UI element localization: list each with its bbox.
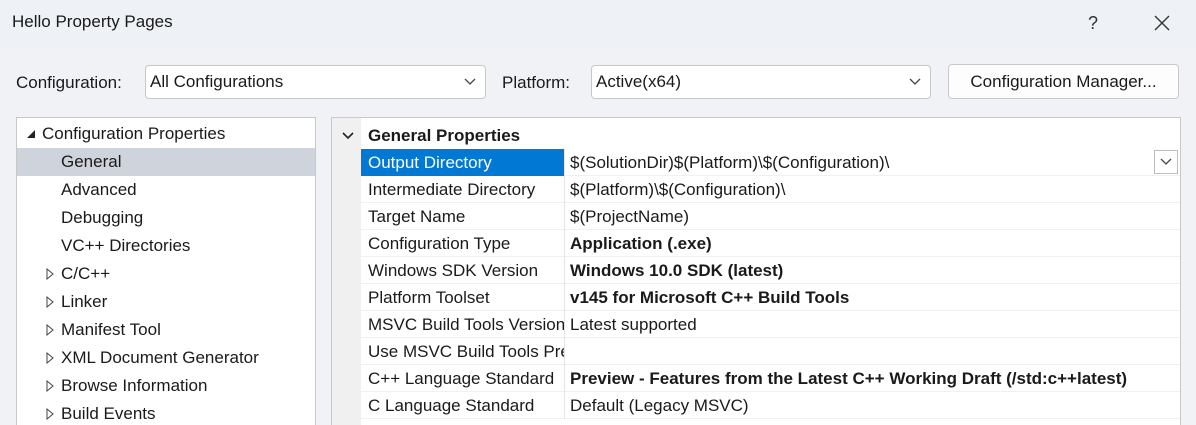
collapsed-triangle-icon (46, 268, 54, 280)
property-value[interactable]: Default (Legacy MSVC) (565, 392, 1180, 419)
property-value[interactable]: Preview - Features from the Latest C++ W… (565, 365, 1180, 392)
chevron-down-icon (464, 78, 476, 85)
property-row-output-directory[interactable]: Output Directory $(SolutionDir)$(Platfor… (361, 149, 1180, 176)
property-row-intermediate-directory[interactable]: Intermediate Directory $(Platform)\$(Con… (361, 176, 1180, 203)
property-row-windows-sdk-version[interactable]: Windows SDK Version Windows 10.0 SDK (la… (361, 257, 1180, 284)
tree-item-label: VC++ Directories (61, 236, 191, 255)
window-title: Hello Property Pages (12, 12, 173, 31)
tree-item-advanced[interactable]: Advanced (17, 176, 315, 204)
property-tree[interactable]: Configuration Properties General Advance… (16, 117, 316, 425)
tree-item-label: General (61, 152, 122, 171)
tree-item-label: Manifest Tool (61, 320, 161, 339)
property-value[interactable]: $(SolutionDir)$(Platform)\$(Configuratio… (565, 149, 1180, 176)
tree-item-linker[interactable]: Linker (17, 288, 315, 316)
property-name: Output Directory (361, 149, 565, 176)
configuration-label: Configuration: (16, 73, 122, 92)
help-button[interactable]: ? (1078, 6, 1108, 40)
help-icon: ? (1087, 12, 1098, 33)
property-value[interactable]: v145 for Microsoft C++ Build Tools (565, 284, 1180, 311)
property-value[interactable]: Application (.exe) (565, 230, 1180, 257)
property-name: Use MSVC Build Tools Preview (361, 338, 565, 365)
value-dropdown-button[interactable] (1154, 150, 1178, 174)
chevron-down-icon (909, 78, 921, 85)
tree-item-build-events[interactable]: Build Events (17, 400, 315, 425)
property-row-target-name[interactable]: Target Name $(ProjectName) (361, 203, 1180, 230)
configuration-manager-label: Configuration Manager... (970, 71, 1157, 91)
tree-item-label: Debugging (61, 208, 144, 227)
tree-item-configuration-properties[interactable]: Configuration Properties (17, 120, 315, 148)
tree-item-label: Build Events (61, 404, 156, 423)
property-name: C Language Standard (361, 392, 565, 419)
property-name: Windows SDK Version (361, 257, 565, 284)
collapsed-triangle-icon (46, 352, 54, 364)
category-label: General Properties (368, 126, 521, 145)
property-name: Platform Toolset (361, 284, 565, 311)
property-name: Intermediate Directory (361, 176, 565, 203)
title-bar: Hello Property Pages ? (0, 0, 1196, 46)
collapsed-triangle-icon (46, 296, 54, 308)
tree-item-label: C/C++ (61, 264, 111, 283)
property-row-platform-toolset[interactable]: Platform Toolset v145 for Microsoft C++ … (361, 284, 1180, 311)
property-row-c-language-standard[interactable]: C Language Standard Default (Legacy MSVC… (361, 392, 1180, 419)
property-value[interactable]: Latest supported (565, 311, 1180, 338)
property-value[interactable]: $(ProjectName) (565, 203, 1180, 230)
property-value[interactable] (565, 338, 1180, 365)
property-row-msvc-build-tools-version[interactable]: MSVC Build Tools Version Latest supporte… (361, 311, 1180, 338)
tree-item-label: Advanced (61, 180, 137, 199)
collapsed-triangle-icon (46, 380, 54, 392)
property-name: Target Name (361, 203, 565, 230)
tree-item-c-cpp[interactable]: C/C++ (17, 260, 315, 288)
expanded-triangle-icon (27, 130, 35, 138)
tree-item-label: Linker (61, 292, 108, 311)
property-name: C++ Language Standard (361, 365, 565, 392)
property-value[interactable]: Windows 10.0 SDK (latest) (565, 257, 1180, 284)
property-row-cpp-language-standard[interactable]: C++ Language Standard Preview - Features… (361, 365, 1180, 392)
collapsed-triangle-icon (46, 408, 54, 420)
configuration-value: All Configurations (150, 72, 284, 91)
category-row[interactable]: General Properties (332, 122, 1180, 150)
tree-item-label: XML Document Generator (61, 348, 259, 367)
grid-gutter (332, 118, 361, 425)
tree-item-manifest-tool[interactable]: Manifest Tool (17, 316, 315, 344)
close-button[interactable] (1144, 6, 1180, 40)
collapsed-triangle-icon (46, 324, 54, 336)
close-icon (1154, 15, 1170, 31)
property-name: Configuration Type (361, 230, 565, 257)
collapse-chevron-icon[interactable] (340, 128, 356, 144)
configuration-manager-button[interactable]: Configuration Manager... (948, 64, 1179, 99)
tree-item-debugging[interactable]: Debugging (17, 204, 315, 232)
property-row-configuration-type[interactable]: Configuration Type Application (.exe) (361, 230, 1180, 257)
property-row-use-msvc-build-tools-preview[interactable]: Use MSVC Build Tools Preview (361, 338, 1180, 365)
tree-item-label: Configuration Properties (42, 124, 226, 143)
property-value[interactable]: $(Platform)\$(Configuration)\ (565, 176, 1180, 203)
tree-item-vc-directories[interactable]: VC++ Directories (17, 232, 315, 260)
tree-item-browse-information[interactable]: Browse Information (17, 372, 315, 400)
tree-item-label: Browse Information (61, 376, 208, 395)
property-grid[interactable]: General Properties Output Directory $(So… (331, 117, 1181, 425)
tree-item-xml-document-generator[interactable]: XML Document Generator (17, 344, 315, 372)
platform-dropdown[interactable]: Active(x64) (591, 65, 931, 99)
property-name: MSVC Build Tools Version (361, 311, 565, 338)
chevron-down-icon (1160, 158, 1172, 165)
tree-item-general[interactable]: General (17, 148, 315, 176)
platform-label: Platform: (502, 73, 571, 92)
platform-value: Active(x64) (596, 72, 682, 91)
configuration-dropdown[interactable]: All Configurations (145, 65, 486, 99)
